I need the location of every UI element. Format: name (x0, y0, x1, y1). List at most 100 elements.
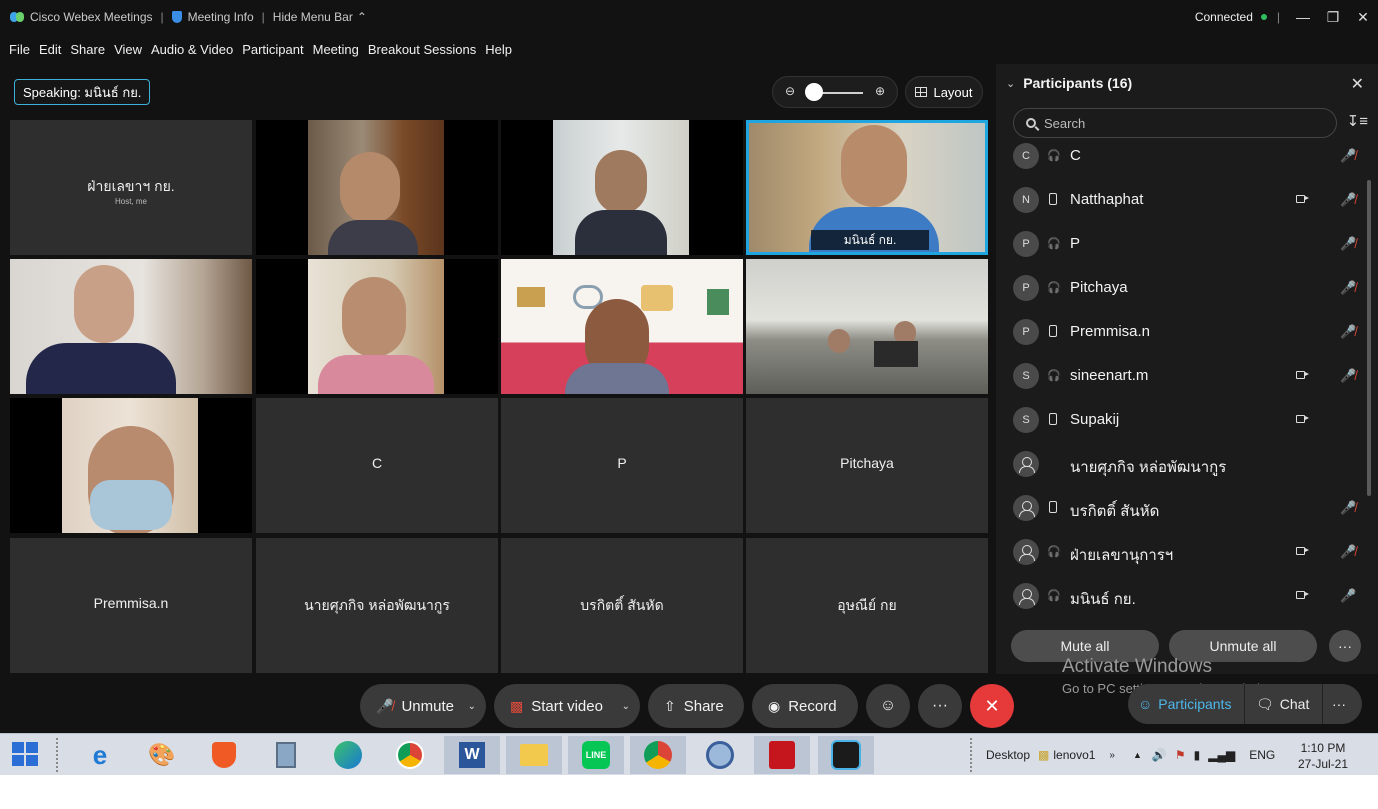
app-icon[interactable] (692, 736, 748, 774)
close-window-button[interactable]: ✕ (1348, 9, 1378, 26)
unmute-button[interactable]: 🎤̸ Unmute ⌄ (360, 684, 486, 728)
video-tile[interactable]: C (256, 398, 498, 533)
hide-menu-bar-button[interactable]: Hide Menu Bar ⌃ (273, 10, 367, 24)
participant-row[interactable]: P 🎧 P 🎤̸ (996, 224, 1366, 264)
windows-start-button[interactable] (12, 742, 40, 768)
record-button[interactable]: ◉ Record (752, 684, 858, 728)
close-panel-icon[interactable]: ✕ (1351, 74, 1364, 94)
mic-muted-icon[interactable]: 🎤̸ (1340, 324, 1356, 340)
participant-row[interactable]: P Premmisa.n 🎤̸ (996, 312, 1366, 352)
start-video-button[interactable]: ▩ Start video ⌄ (494, 684, 640, 728)
user-toolbar[interactable]: lenovo1 (1053, 748, 1095, 762)
share-button[interactable]: ⇧ Share (648, 684, 744, 728)
minimize-button[interactable]: — (1288, 9, 1318, 25)
menu-audio-video[interactable]: Audio & Video (151, 42, 233, 57)
chrome-icon[interactable] (382, 736, 438, 774)
word-icon[interactable]: W (444, 736, 500, 774)
mic-muted-icon[interactable]: 🎤̸ (1340, 148, 1356, 164)
video-tile[interactable]: อุษณีย์ กย (746, 538, 988, 673)
chevron-right-icon[interactable]: » (1109, 750, 1115, 761)
more-options-button[interactable]: ··· (918, 684, 962, 728)
menu-meeting[interactable]: Meeting (313, 42, 359, 57)
mic-muted-icon[interactable]: 🎤̸ (1340, 368, 1356, 384)
menu-breakout-sessions[interactable]: Breakout Sessions (368, 42, 476, 57)
video-tile-presentation[interactable] (501, 259, 743, 394)
menu-help[interactable]: Help (485, 42, 512, 57)
participant-row[interactable]: P 🎧 Pitchaya 🎤̸ (996, 268, 1366, 308)
mic-muted-icon[interactable]: 🎤̸ (1340, 280, 1356, 296)
participant-row[interactable]: C 🎧 C 🎤̸ (996, 136, 1366, 176)
video-tile[interactable] (256, 259, 498, 394)
zoom-out-icon[interactable]: ⊖ (785, 84, 795, 98)
video-tile[interactable] (746, 259, 988, 394)
battery-icon[interactable]: ▮ (1194, 748, 1201, 762)
mic-muted-icon[interactable]: 🎤̸ (1340, 236, 1356, 252)
video-tile[interactable]: บรกิตติ์ สันหัด (501, 538, 743, 673)
layout-button[interactable]: Layout (905, 76, 983, 108)
sort-icon[interactable]: ↧≡ (1347, 112, 1368, 130)
video-tile[interactable] (501, 120, 743, 255)
panel-header[interactable]: ⌄ Participants (16) (1006, 75, 1132, 91)
meeting-info-button[interactable]: Meeting Info (171, 10, 254, 24)
brave-browser-icon[interactable] (196, 736, 252, 774)
mic-on-icon[interactable]: 🎤 (1340, 588, 1356, 604)
maximize-button[interactable]: ❐ (1318, 9, 1348, 26)
edge-browser-icon[interactable] (320, 736, 376, 774)
menu-edit[interactable]: Edit (39, 42, 61, 57)
speaker-icon[interactable]: 🔊 (1152, 748, 1167, 762)
menu-participant[interactable]: Participant (242, 42, 303, 57)
mic-muted-icon[interactable]: 🎤̸ (1340, 544, 1356, 560)
video-tile-active-speaker[interactable]: มนินธ์ กย. (746, 120, 988, 255)
video-tile-host[interactable]: ฝ่ายเลขาฯ กย. Host, me (10, 120, 252, 255)
video-tile[interactable] (256, 120, 498, 255)
avatar: C (1013, 143, 1039, 169)
participant-search-input[interactable]: Search (1013, 108, 1337, 138)
line-app-icon[interactable]: LINE (568, 736, 624, 774)
video-tile[interactable]: Pitchaya (746, 398, 988, 533)
acrobat-icon[interactable] (754, 736, 810, 774)
participant-row[interactable]: S Supakij (996, 400, 1366, 440)
mic-muted-icon[interactable]: 🎤̸ (1340, 500, 1356, 516)
reactions-button[interactable]: ☺ (866, 684, 910, 728)
video-tile[interactable] (10, 259, 252, 394)
desktop-toolbar[interactable]: Desktop (986, 748, 1030, 762)
participant-row[interactable]: 🎧 ฝ่ายเลขานุการฯ 🎤̸ (996, 532, 1366, 572)
video-tile[interactable]: Premmisa.n (10, 538, 252, 673)
tabs-more-button[interactable]: ··· (1332, 684, 1346, 724)
participant-list-scrollbar[interactable] (1367, 180, 1371, 496)
file-explorer-icon[interactable] (506, 736, 562, 774)
participant-row[interactable]: S 🎧 sineenart.m 🎤̸ (996, 356, 1366, 396)
clock[interactable]: 1:10 PM 27-Jul-21 (1298, 740, 1348, 772)
paint-icon[interactable]: 🎨 (134, 736, 190, 774)
zoom-slider[interactable]: ⊖ ⊕ (772, 76, 898, 108)
participant-row[interactable]: บรกิตติ์ สันหัด 🎤̸ (996, 488, 1366, 528)
video-tile[interactable]: P (501, 398, 743, 533)
panel-more-button[interactable]: ··· (1329, 630, 1361, 662)
participant-row[interactable]: นายศุภกิจ หล่อพัฒนากูร (996, 444, 1366, 484)
participants-tab[interactable]: ☺ Participants (1138, 684, 1231, 724)
menu-view[interactable]: View (114, 42, 142, 57)
zoom-slider-knob[interactable] (805, 83, 823, 101)
leave-meeting-button[interactable]: ✕ (970, 684, 1014, 728)
menu-file[interactable]: File (9, 42, 30, 57)
internet-explorer-icon[interactable]: e (72, 736, 128, 774)
chevron-down-icon[interactable]: ⌄ (468, 701, 476, 712)
mic-muted-icon[interactable]: 🎤̸ (1340, 192, 1356, 208)
chrome-profile-icon[interactable] (630, 736, 686, 774)
language-indicator[interactable]: ENG (1249, 748, 1275, 762)
chevron-up-icon: ⌃ (356, 10, 367, 24)
participant-row[interactable]: 🎧 มนินธ์ กย. 🎤 (996, 576, 1366, 616)
tray-expand-icon[interactable]: ▲ (1133, 750, 1142, 760)
flag-icon[interactable]: ⚑ (1175, 748, 1186, 762)
webex-taskbar-icon[interactable] (818, 736, 874, 774)
signal-icon[interactable]: ▂▄▆ (1208, 748, 1235, 762)
menu-share[interactable]: Share (70, 42, 105, 57)
video-tile[interactable]: นายศุภกิจ หล่อพัฒนากูร (256, 538, 498, 673)
video-tile[interactable] (10, 398, 252, 533)
chevron-down-icon[interactable]: ⌄ (622, 701, 630, 712)
chat-tab[interactable]: 🗨 Chat (1256, 684, 1309, 724)
participant-row[interactable]: N Natthaphat 🎤̸ (996, 180, 1366, 220)
calculator-icon[interactable] (258, 736, 314, 774)
tile-name: อุษณีย์ กย (837, 597, 897, 613)
zoom-in-icon[interactable]: ⊕ (875, 84, 885, 98)
